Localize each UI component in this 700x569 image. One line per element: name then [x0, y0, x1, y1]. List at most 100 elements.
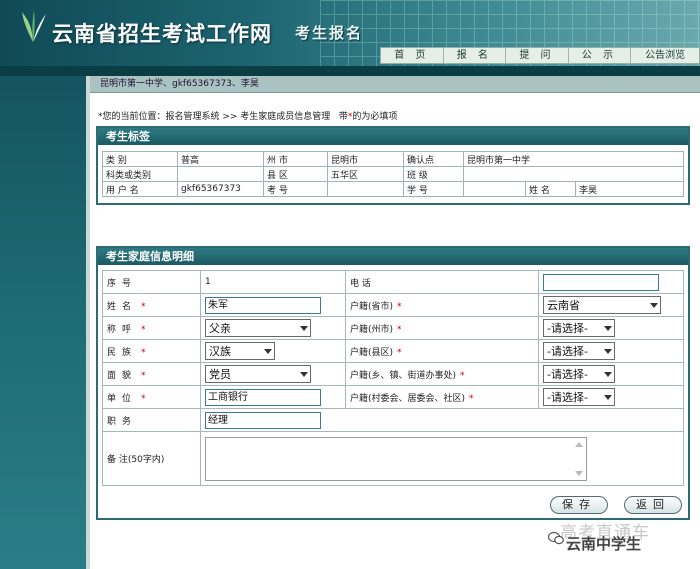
label-phone: 电 话: [345, 270, 539, 294]
table-row: 称呼 * 父亲 户籍(州市) * -请选择-: [102, 316, 684, 340]
hukou-town-select[interactable]: -请选择-: [543, 365, 615, 383]
left-sidebar: [0, 76, 86, 569]
relation-value: 父亲: [209, 322, 231, 335]
required-mark: *: [141, 324, 146, 335]
nav-register[interactable]: 报 名: [444, 48, 507, 63]
hukou-province-value: 云南省: [547, 299, 580, 312]
table-row: 科类或类别 县 区 五华区 班 级: [102, 166, 684, 182]
politics-select[interactable]: 党员: [205, 365, 311, 383]
breadcrumb-path: *您的当前位置：报名管理系统 >> 考生家庭成员信息管理: [98, 112, 331, 122]
user-info-bar: 昆明市第一中学、gkf65367373、李昊: [90, 76, 700, 93]
required-mark: *: [141, 301, 146, 312]
label-class: 班 级: [403, 166, 464, 182]
table-row: 用 户 名 gkf65367373 考 号 学 号 姓 名 李昊: [102, 181, 684, 197]
label-username: 用 户 名: [102, 181, 178, 197]
value-student-name: 李昊: [575, 181, 684, 197]
chevron-down-icon: [604, 348, 612, 354]
site-header: 云南省招生考试工作网 考生报名 首 页 报 名 提 问 公 示 公告浏览: [0, 0, 700, 66]
remark-textarea[interactable]: [205, 436, 587, 481]
label-relation: 称呼: [107, 324, 138, 335]
save-button[interactable]: 保存: [550, 496, 608, 514]
hukou-village-value: -请选择-: [547, 391, 588, 404]
back-button[interactable]: 返回: [624, 496, 682, 514]
textarea-scrollbar[interactable]: [574, 440, 584, 478]
value-subject-category: [177, 166, 264, 182]
label-hukou-province: 户籍(省市): [350, 301, 394, 312]
relation-select[interactable]: 父亲: [205, 319, 311, 337]
nav-notice[interactable]: 公 示: [569, 48, 632, 63]
nav-announcements[interactable]: 公告浏览: [631, 48, 699, 63]
label-student-number: 学 号: [403, 181, 464, 197]
hukou-county-select[interactable]: -请选择-: [543, 342, 615, 360]
chevron-down-icon: [604, 325, 612, 331]
required-mark: *: [141, 393, 146, 404]
family-detail-title: 考生家庭信息明细: [98, 248, 688, 265]
wechat-icon: [548, 531, 564, 545]
required-mark: *: [141, 370, 146, 381]
hukou-city-select[interactable]: -请选择-: [543, 319, 615, 337]
top-nav: 首 页 报 名 提 问 公 示 公告浏览: [380, 47, 700, 64]
site-logo-icon: [22, 10, 46, 42]
label-county: 县 区: [263, 166, 328, 182]
main-content: 昆明市第一中学、gkf65367373、李昊 *您的当前位置：报名管理系统 >>…: [90, 76, 700, 569]
scroll-up-icon[interactable]: [575, 441, 583, 447]
value-class: [463, 166, 684, 182]
position-input[interactable]: 经理: [205, 411, 321, 429]
table-row: 备 注(50字内): [102, 431, 684, 486]
table-row: 职务 经理: [102, 408, 684, 432]
label-student-name: 姓 名: [525, 181, 576, 197]
required-mark: *: [397, 301, 402, 312]
student-tag-title: 考生标签: [98, 128, 688, 145]
phone-input[interactable]: [543, 273, 659, 291]
site-subtitle: 考生报名: [295, 24, 364, 42]
required-hint-pre: 带: [338, 112, 348, 122]
required-mark: *: [460, 370, 465, 381]
required-mark: *: [397, 347, 402, 358]
watermark-account: 云南中学生: [566, 535, 642, 553]
header-strip: [0, 66, 700, 76]
value-username: gkf65367373: [177, 181, 264, 197]
chevron-down-icon: [650, 302, 658, 308]
label-name: 姓名: [107, 301, 138, 312]
family-detail-panel: 考生家庭信息明细 序号 1 电 话 姓名 * 朱军 户籍(省市) * 云南省 称呼 *: [96, 246, 690, 520]
chevron-down-icon: [604, 371, 612, 377]
chevron-down-icon: [264, 348, 272, 354]
scroll-down-icon[interactable]: [575, 470, 583, 476]
chevron-down-icon: [300, 325, 308, 331]
label-hukou-city: 户籍(州市): [350, 324, 394, 335]
value-exam-number: [327, 181, 404, 197]
value-county: 五华区: [327, 166, 404, 182]
chevron-down-icon: [300, 371, 308, 377]
hukou-town-value: -请选择-: [547, 368, 588, 381]
required-mark: *: [141, 347, 146, 358]
label-seq: 序号: [107, 278, 138, 289]
nav-home[interactable]: 首 页: [381, 48, 444, 63]
breadcrumb: *您的当前位置：报名管理系统 >> 考生家庭成员信息管理 带*的为必填项: [98, 109, 397, 122]
label-remark: 备 注(50字内): [102, 431, 201, 486]
label-prefecture: 州 市: [263, 151, 328, 167]
required-mark: *: [397, 324, 402, 335]
table-row: 序号 1 电 话: [102, 270, 684, 294]
label-confirm-point: 确认点: [403, 151, 464, 167]
label-hukou-village: 户籍(村委会、居委会、社区): [350, 393, 466, 404]
hukou-city-value: -请选择-: [547, 322, 588, 335]
family-form-table: 序号 1 电 话 姓名 * 朱军 户籍(省市) * 云南省 称呼 * 父亲 户籍(州市…: [102, 270, 684, 486]
label-hukou-town: 户籍(乡、镇、街道办事处): [350, 370, 457, 381]
required-hint-post: 的为必填项: [352, 112, 398, 122]
ethnicity-select[interactable]: 汉族: [205, 342, 275, 360]
label-hukou-county: 户籍(县区): [350, 347, 394, 358]
nav-question[interactable]: 提 问: [506, 48, 569, 63]
label-politics: 面貌: [107, 370, 138, 381]
politics-value: 党员: [209, 368, 231, 381]
hukou-village-select[interactable]: -请选择-: [543, 388, 615, 406]
chevron-down-icon: [604, 394, 612, 400]
value-type: 普高: [177, 151, 264, 167]
hukou-province-select[interactable]: 云南省: [543, 296, 661, 314]
table-row: 类 别 普高 州 市 昆明市 确认点 昆明市第一中学: [102, 151, 684, 167]
table-row: 面貌 * 党员 户籍(乡、镇、街道办事处) * -请选择-: [102, 362, 684, 386]
site-title: 云南省招生考试工作网: [52, 22, 272, 46]
name-input[interactable]: 朱军: [205, 296, 321, 314]
employer-input[interactable]: 工商银行: [205, 388, 321, 406]
label-ethnicity: 民族: [107, 347, 138, 358]
label-employer: 单位: [107, 393, 138, 404]
